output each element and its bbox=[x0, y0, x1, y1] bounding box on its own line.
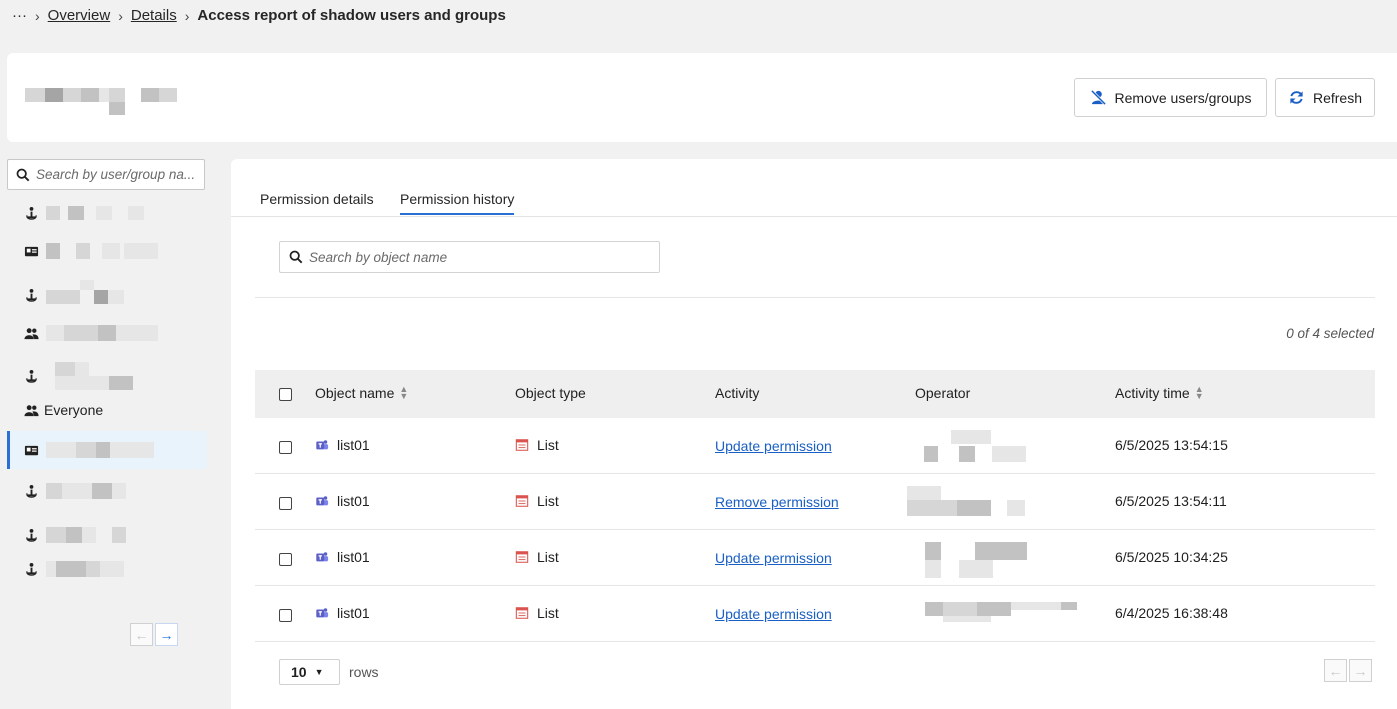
object-name-cell: list01 bbox=[315, 549, 370, 565]
column-activity: Activity bbox=[715, 385, 760, 401]
rows-label: rows bbox=[349, 664, 379, 680]
object-type-cell: List bbox=[515, 493, 559, 509]
chevron-right-icon: › bbox=[118, 7, 123, 24]
row-checkbox[interactable] bbox=[279, 441, 292, 454]
sort-icon: ▲ ▼ bbox=[399, 384, 409, 401]
breadcrumb: ··· › Overview › Details › Access report… bbox=[12, 7, 506, 24]
sidebar-item[interactable] bbox=[7, 194, 207, 232]
arrow-left-icon[interactable]: ← bbox=[130, 623, 153, 646]
activity-link[interactable]: Update permission bbox=[715, 550, 832, 566]
refresh-icon bbox=[1290, 91, 1303, 104]
sidebar-item[interactable] bbox=[7, 550, 207, 588]
list-icon bbox=[515, 495, 529, 507]
teams-icon bbox=[316, 608, 329, 618]
user-icon bbox=[26, 206, 37, 220]
activity-cell: Remove permission bbox=[715, 494, 839, 510]
arrow-left-icon[interactable]: ← bbox=[1324, 659, 1347, 682]
activity-cell: Update permission bbox=[715, 438, 832, 454]
user-group-sidebar: Search by user/group na... Everyone ← → bbox=[0, 150, 210, 709]
row-checkbox[interactable] bbox=[279, 609, 292, 622]
column-object-name[interactable]: Object name ▲ ▼ bbox=[315, 384, 409, 402]
object-name-cell: list01 bbox=[315, 437, 370, 453]
select-all-checkbox[interactable] bbox=[279, 388, 292, 401]
list-icon bbox=[515, 607, 529, 619]
page-size-selector: 10 ▼ rows bbox=[279, 659, 379, 685]
sidebar-item[interactable] bbox=[7, 472, 207, 510]
list-icon bbox=[515, 551, 529, 563]
remove-users-groups-button[interactable]: Remove users/groups bbox=[1074, 78, 1267, 117]
row-checkbox[interactable] bbox=[279, 553, 292, 566]
table-pager: ← → bbox=[1324, 659, 1372, 682]
sidebar-pager: ← → bbox=[130, 623, 178, 646]
tab-permission-details[interactable]: Permission details bbox=[260, 191, 374, 207]
page-size-dropdown[interactable]: 10 ▼ bbox=[279, 659, 340, 685]
id-card-icon bbox=[24, 445, 39, 455]
sidebar-item[interactable] bbox=[7, 276, 207, 314]
breadcrumb-overview[interactable]: Overview bbox=[48, 7, 111, 24]
activity-time-cell: 6/5/2025 10:34:25 bbox=[1115, 549, 1228, 565]
refresh-button[interactable]: Refresh bbox=[1275, 78, 1375, 117]
table-row: list01 List Update permission 6/4/2025 1… bbox=[255, 586, 1375, 642]
page-title: Access report of shadow users and groups bbox=[197, 7, 506, 24]
breadcrumb-ellipsis[interactable]: ··· bbox=[12, 7, 27, 24]
row-checkbox[interactable] bbox=[279, 497, 292, 510]
group-icon bbox=[24, 404, 39, 416]
user-icon bbox=[26, 288, 37, 302]
table-row: list01 List Remove permission 6/5/2025 1… bbox=[255, 474, 1375, 530]
table-row: list01 List Update permission 6/5/2025 1… bbox=[255, 418, 1375, 474]
remove-user-icon bbox=[1090, 89, 1106, 106]
object-search-input[interactable]: Search by object name bbox=[279, 241, 660, 273]
table-header: Object name ▲ ▼ Object type Activity Oper… bbox=[255, 370, 1375, 418]
user-icon bbox=[26, 484, 37, 498]
user-group-search-input[interactable]: Search by user/group na... bbox=[7, 159, 205, 190]
object-name-cell: list01 bbox=[315, 605, 370, 621]
teams-icon bbox=[316, 552, 329, 562]
object-type-cell: List bbox=[515, 605, 559, 621]
activity-time-cell: 6/4/2025 16:38:48 bbox=[1115, 605, 1228, 621]
chevron-right-icon: › bbox=[35, 7, 40, 24]
breadcrumb-details[interactable]: Details bbox=[131, 7, 177, 24]
activity-link[interactable]: Update permission bbox=[715, 438, 832, 454]
tab-bar: Permission details Permission history bbox=[231, 159, 1397, 217]
id-card-icon bbox=[24, 246, 39, 256]
object-type-cell: List bbox=[515, 549, 559, 565]
list-icon bbox=[515, 439, 529, 451]
arrow-right-icon[interactable]: → bbox=[155, 623, 178, 646]
caret-down-icon: ▼ bbox=[314, 667, 324, 677]
table-row: list01 List Update permission 6/5/2025 1… bbox=[255, 530, 1375, 586]
sidebar-item[interactable] bbox=[7, 232, 207, 270]
sidebar-item-selected[interactable] bbox=[7, 431, 207, 469]
object-type-cell: List bbox=[515, 437, 559, 453]
activity-time-cell: 6/5/2025 13:54:11 bbox=[1115, 493, 1227, 509]
divider bbox=[255, 297, 1375, 298]
sidebar-item-everyone[interactable]: Everyone bbox=[7, 391, 207, 429]
arrow-right-icon[interactable]: → bbox=[1349, 659, 1372, 682]
search-icon bbox=[16, 168, 30, 181]
activity-link[interactable]: Update permission bbox=[715, 606, 832, 622]
object-name-cell: list01 bbox=[315, 493, 370, 509]
column-operator: Operator bbox=[915, 385, 971, 401]
sort-icon: ▲ ▼ bbox=[1194, 384, 1204, 401]
activity-time-cell: 6/5/2025 13:54:15 bbox=[1115, 437, 1228, 453]
selection-count: 0 of 4 selected bbox=[1286, 326, 1374, 341]
search-icon bbox=[289, 250, 303, 264]
tab-permission-history[interactable]: Permission history bbox=[400, 191, 515, 215]
sidebar-item[interactable] bbox=[7, 516, 207, 554]
column-activity-time[interactable]: Activity time ▲ ▼ bbox=[1115, 384, 1204, 402]
user-icon bbox=[26, 528, 37, 542]
teams-icon bbox=[316, 440, 329, 450]
teams-icon bbox=[316, 496, 329, 506]
user-icon bbox=[26, 369, 37, 383]
column-object-type: Object type bbox=[515, 385, 586, 401]
sidebar-item[interactable] bbox=[7, 314, 207, 352]
header-card: Remove users/groups Refresh bbox=[7, 53, 1397, 142]
chevron-right-icon: › bbox=[184, 7, 190, 24]
group-icon bbox=[24, 327, 39, 339]
main-panel: Permission details Permission history Se… bbox=[231, 159, 1397, 709]
activity-cell: Update permission bbox=[715, 550, 832, 566]
activity-link[interactable]: Remove permission bbox=[715, 494, 839, 510]
activity-cell: Update permission bbox=[715, 606, 832, 622]
user-icon bbox=[26, 562, 37, 576]
